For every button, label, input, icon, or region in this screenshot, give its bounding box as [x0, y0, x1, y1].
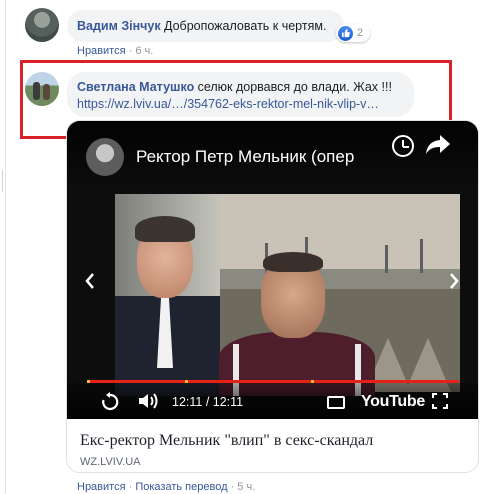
scene-person-hair: [135, 216, 195, 242]
comment-1-line: Вадим Зінчук Добропожаловать к чертям.: [77, 19, 326, 33]
replay-icon[interactable]: [100, 392, 120, 416]
avatar-vadym[interactable]: [25, 8, 59, 42]
comment-1-time[interactable]: 6 ч.: [135, 45, 153, 57]
clock-icon[interactable]: [392, 135, 414, 157]
meta-separator: ·: [128, 481, 133, 493]
comment-1-meta: Нравится · 6 ч.: [77, 45, 153, 57]
reaction-badge[interactable]: 2: [336, 24, 370, 42]
fullscreen-icon[interactable]: [432, 393, 448, 409]
comment-bubble-1: Вадим Зінчук Добропожаловать к чертям.: [67, 10, 344, 42]
page-left-rail: [0, 0, 6, 494]
video-frame: [115, 194, 460, 396]
card-title[interactable]: Екс-ректор Мельник "влип" в секс-скандал: [80, 432, 373, 450]
video-time: 12:11 / 12:11: [172, 395, 244, 409]
volume-icon[interactable]: [138, 392, 160, 413]
comment-1-author[interactable]: Вадим Зінчук: [77, 19, 161, 33]
scene-crane: [385, 245, 388, 274]
comment-2-like-link[interactable]: Нравится: [77, 481, 126, 493]
scene-inset: [115, 194, 220, 396]
comment-2-time[interactable]: 5 ч.: [237, 481, 255, 493]
chevron-right-icon[interactable]: [449, 271, 459, 293]
comment-1-text: Добропожаловать к чертям.: [163, 19, 327, 33]
comment-2-meta: Нравится · Показать перевод · 5 ч.: [77, 481, 255, 493]
meta-separator: ·: [230, 481, 235, 493]
video-progress-bar[interactable]: [87, 380, 459, 383]
progress-chapter-mark: [311, 380, 314, 383]
meta-separator: ·: [128, 45, 133, 57]
progress-chapter-mark: [185, 380, 188, 383]
scene-crane: [420, 239, 423, 274]
progress-chapter-mark: [87, 380, 90, 383]
share-icon[interactable]: [425, 133, 451, 158]
chevron-left-icon[interactable]: [85, 271, 95, 293]
link-preview-card[interactable]: Ректор Петр Мельник (опер 12:11 / 12:11 …: [66, 120, 479, 473]
card-domain: WZ.LVIV.UA: [80, 456, 141, 468]
scene-person-hair: [263, 252, 323, 272]
video-player[interactable]: Ректор Петр Мельник (опер 12:11 / 12:11 …: [67, 121, 478, 419]
translate-link[interactable]: Показать перевод: [135, 481, 227, 493]
channel-avatar[interactable]: [86, 138, 124, 176]
comment-1-like-link[interactable]: Нравится: [77, 45, 126, 57]
page-left-tick: [0, 170, 3, 192]
youtube-logo[interactable]: YouTube: [361, 393, 425, 411]
video-title[interactable]: Ректор Петр Мельник (опер: [136, 147, 354, 167]
like-icon: [338, 25, 353, 41]
video-controls: 12:11 / 12:11 YouTube: [67, 383, 478, 419]
reaction-count: 2: [357, 27, 364, 39]
cc-icon[interactable]: [327, 396, 345, 409]
